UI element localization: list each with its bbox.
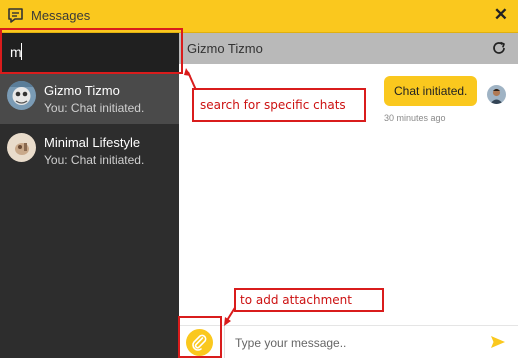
search-highlight-box	[0, 28, 183, 74]
message-text: Chat initiated.	[394, 84, 468, 98]
close-icon[interactable]: ✕	[494, 5, 508, 25]
send-icon[interactable]	[490, 335, 506, 349]
chat-item-minimal-lifestyle[interactable]: Minimal Lifestyle You: Chat initiated.	[0, 124, 179, 176]
message-composer	[179, 325, 518, 359]
chat-item-gizmo-tizmo[interactable]: Gizmo Tizmo You: Chat initiated.	[0, 72, 179, 124]
window-title: Messages	[31, 8, 91, 23]
conversation-title: Gizmo Tizmo	[187, 41, 263, 56]
refresh-icon[interactable]	[491, 40, 507, 56]
conversation-header: Gizmo Tizmo	[179, 33, 518, 64]
message-timestamp: 30 minutes ago	[384, 113, 446, 123]
chat-preview: You: Chat initiated.	[44, 101, 145, 115]
attach-annotation: to add attachment	[234, 288, 384, 312]
chat-preview: You: Chat initiated.	[44, 153, 145, 167]
message-bubble: Chat initiated.	[384, 76, 478, 106]
chat-sidebar: Gizmo Tizmo You: Chat initiated. Minimal…	[0, 33, 179, 358]
chat-bubble-icon	[8, 8, 23, 23]
attach-highlight-box	[178, 316, 222, 358]
search-annotation-text: search for specific chats	[200, 98, 346, 112]
minimal-lifestyle-avatar-icon	[7, 133, 36, 162]
chat-name: Minimal Lifestyle	[44, 135, 141, 150]
attach-annotation-text: to add attachment	[240, 293, 352, 307]
my-avatar-icon	[487, 85, 506, 104]
chat-name: Gizmo Tizmo	[44, 83, 120, 98]
gizmo-avatar-icon	[7, 81, 36, 110]
search-annotation: search for specific chats	[192, 88, 366, 122]
composer-divider	[224, 325, 225, 358]
message-input[interactable]	[235, 334, 475, 352]
